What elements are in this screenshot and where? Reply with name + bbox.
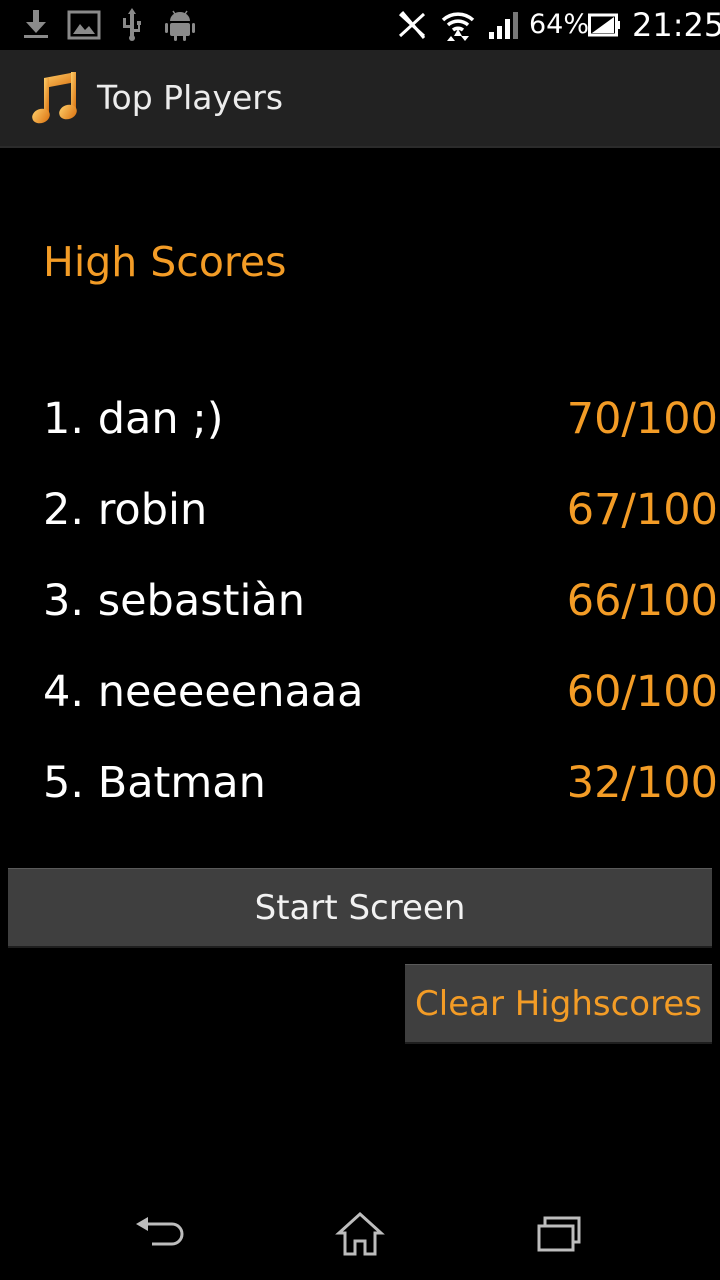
player-name: 1. dan ;): [43, 394, 224, 444]
music-note-icon: [30, 70, 80, 126]
clear-highscores-button-label: Clear Highscores: [415, 983, 702, 1024]
score-row: 5. Batman 32/100: [0, 758, 720, 818]
start-screen-button[interactable]: Start Screen: [8, 868, 712, 948]
player-name: 4. neeeeenaaa: [43, 667, 364, 717]
player-name: 3. sebastiàn: [43, 576, 306, 626]
start-screen-button-label: Start Screen: [254, 887, 466, 928]
clear-highscores-button[interactable]: Clear Highscores: [405, 964, 712, 1044]
player-score: 70/100: [566, 394, 718, 444]
action-bar: Top Players: [0, 50, 720, 148]
page-title: Top Players: [97, 78, 284, 117]
player-score: 32/100: [566, 758, 718, 808]
nfc-off-icon: [394, 8, 430, 42]
player-name: 5. Batman: [43, 758, 266, 808]
back-icon[interactable]: [128, 1202, 192, 1266]
android-debug-icon: [164, 8, 196, 42]
player-score: 60/100: [566, 667, 718, 717]
navigation-bar: [0, 1188, 720, 1280]
score-row: 3. sebastiàn 66/100: [0, 576, 720, 636]
download-icon: [20, 8, 52, 42]
player-name: 2. robin: [43, 485, 208, 535]
score-row: 2. robin 67/100: [0, 485, 720, 545]
player-score: 67/100: [566, 485, 718, 535]
status-bar: 64% 21:25: [0, 0, 720, 50]
score-row: 1. dan ;) 70/100: [0, 394, 720, 454]
image-icon: [66, 8, 102, 42]
wifi-icon: [440, 8, 476, 42]
high-scores-heading: High Scores: [43, 238, 287, 286]
signal-icon: [486, 8, 522, 42]
home-icon[interactable]: [328, 1202, 392, 1266]
battery-percent: 64%: [529, 9, 590, 40]
battery-icon: [588, 8, 620, 42]
player-score: 66/100: [566, 576, 718, 626]
score-row: 4. neeeeenaaa 60/100: [0, 667, 720, 727]
clock: 21:25: [632, 6, 720, 44]
usb-icon: [118, 8, 146, 42]
recents-icon[interactable]: [528, 1202, 592, 1266]
